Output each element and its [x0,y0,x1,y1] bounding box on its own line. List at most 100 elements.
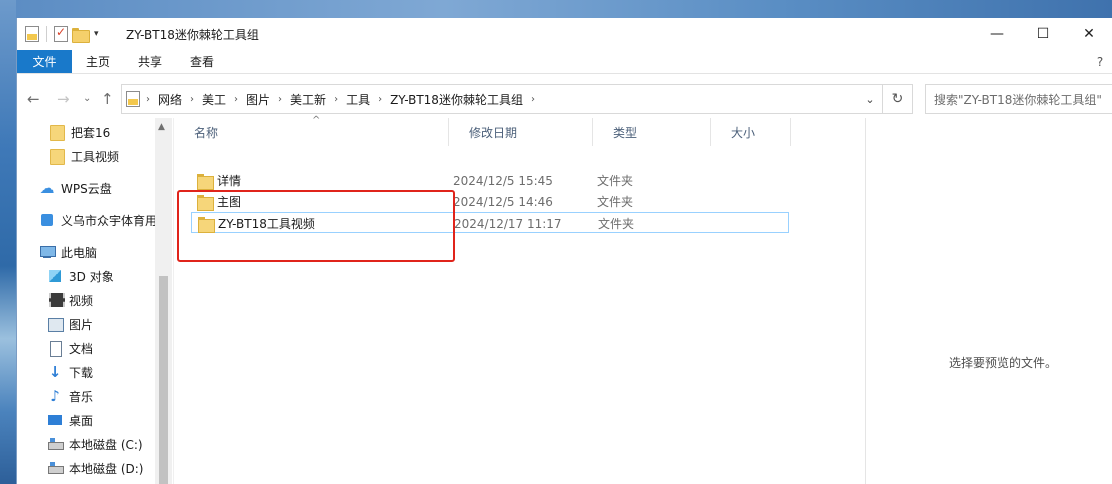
file-type: 文件夹 [597,174,634,188]
sidebar-item-label: 本地磁盘 (C:) [69,437,143,452]
chevron-right-icon[interactable]: › [146,94,150,105]
sidebar-item-videos[interactable]: 视频 [47,289,93,311]
table-row[interactable]: 详情 2024/12/5 15:45 文件夹 [191,170,789,191]
breadcrumb-current-folder[interactable]: ZY-BT18迷你棘轮工具组 [390,91,523,108]
desktop-icon [47,412,63,428]
column-header: ^ 名称 修改日期 类型 大小 [174,115,865,146]
sidebar-item-music[interactable]: ♪ 音乐 [47,385,93,407]
ribbon-tabs: 文件 主页 共享 查看 ? [17,50,1112,74]
tab-home[interactable]: 主页 [72,50,124,73]
column-size[interactable]: 大小 [711,118,791,146]
title-bar: ▾ ZY-BT18迷你棘轮工具组 — ☐ ✕ [17,18,1112,50]
breadcrumb-meigong[interactable]: 美工 [202,91,226,108]
sidebar-item-company[interactable]: 义乌市众宇体育用 [39,209,157,231]
help-icon[interactable]: ? [1088,50,1112,73]
sidebar-item-label: 3D 对象 [69,269,114,284]
pc-icon [39,244,56,260]
sidebar-item-label: 视频 [69,293,94,308]
navigation-pane: 把套16 工具视频 ☁ WPS云盘 义乌市众宇体育用 此电脑 3D 对象 视频 [17,118,173,484]
customize-dropdown-icon[interactable]: ▾ [94,29,99,39]
sidebar-item-label: 图片 [69,317,94,332]
quick-access-toolbar: ▾ [25,25,99,43]
file-type: 文件夹 [597,195,634,209]
chevron-right-icon[interactable]: › [234,94,238,105]
sidebar-item-bataotao16[interactable]: 把套16 [49,121,110,143]
3d-objects-icon [47,268,63,284]
file-name: 详情 [217,174,242,188]
column-name[interactable]: 名称 [174,118,449,146]
file-date: 2024/12/17 11:17 [454,216,562,231]
sidebar-item-drive-d[interactable]: 本地磁盘 (D:) [47,457,143,479]
close-button[interactable]: ✕ [1066,18,1112,50]
highlight-annotation-box [177,190,455,262]
sidebar-item-label: 音乐 [69,389,94,404]
forward-button[interactable]: → [57,91,70,107]
sidebar-item-label: 义乌市众宇体育用 [61,213,158,228]
location-icon [126,91,140,107]
refresh-button[interactable]: ↻ [883,84,913,114]
navigation-bar: ← → ⌄ ↑ › 网络 › 美工 › 图片 › 美工新 › 工具 › ZY-B… [17,82,1112,116]
navigation-pane-scrollbar[interactable]: ▲ [155,118,172,484]
scroll-up-icon[interactable]: ▲ [158,122,165,132]
properties-icon[interactable] [25,26,39,42]
tab-file[interactable]: 文件 [17,50,72,73]
new-folder-icon[interactable] [72,27,90,43]
breadcrumb-network[interactable]: 网络 [158,91,182,108]
search-input[interactable]: 搜索"ZY-BT18迷你棘轮工具组" [925,84,1112,114]
sidebar-item-tool-videos[interactable]: 工具视频 [49,145,119,167]
documents-icon [47,340,63,357]
sidebar-item-3d-objects[interactable]: 3D 对象 [47,265,114,287]
up-button[interactable]: ↑ [101,91,114,107]
back-button[interactable]: ← [27,91,40,107]
file-date: 2024/12/5 14:46 [453,194,553,209]
sidebar-item-label: WPS云盘 [61,181,112,196]
sidebar-item-this-pc[interactable]: 此电脑 [39,241,97,263]
chevron-right-icon[interactable]: › [378,94,382,105]
file-date: 2024/12/5 15:45 [453,173,553,188]
sidebar-item-downloads[interactable]: ↓ 下载 [47,361,93,383]
column-type[interactable]: 类型 [593,118,711,146]
chevron-right-icon[interactable]: › [531,94,535,105]
breadcrumb-meigongxin[interactable]: 美工新 [290,91,326,108]
minimize-button[interactable]: — [974,18,1020,50]
chevron-right-icon[interactable]: › [190,94,194,105]
maximize-button[interactable]: ☐ [1020,18,1066,50]
address-history-dropdown[interactable]: ⌄ [858,85,882,113]
chevron-right-icon[interactable]: › [278,94,282,105]
sidebar-item-label: 工具视频 [71,149,120,164]
preview-pane: 选择要预览的文件。 [865,118,1112,484]
address-bar[interactable]: › 网络 › 美工 › 图片 › 美工新 › 工具 › ZY-BT18迷你棘轮工… [121,84,883,114]
sidebar-item-label: 此电脑 [61,245,98,260]
file-list: ^ 名称 修改日期 类型 大小 详情 2024/12/5 15:45 文件夹 主… [173,115,865,484]
checkmark-icon[interactable] [54,25,68,42]
breadcrumb-tools[interactable]: 工具 [346,91,370,108]
recent-locations-dropdown[interactable]: ⌄ [83,91,91,107]
sidebar-item-documents[interactable]: 文档 [47,337,93,359]
column-date-modified[interactable]: 修改日期 [449,118,593,146]
breadcrumb-pictures[interactable]: 图片 [246,91,270,108]
music-icon: ♪ [50,387,60,405]
breadcrumb: › 网络 › 美工 › 图片 › 美工新 › 工具 › ZY-BT18迷你棘轮工… [146,91,543,108]
sidebar-item-drive-c[interactable]: 本地磁盘 (C:) [47,433,143,455]
preview-message: 选择要预览的文件。 [949,356,1058,370]
sidebar-item-label: 桌面 [69,413,94,428]
desktop-wallpaper-top [0,0,1112,18]
file-type: 文件夹 [598,217,635,231]
person-icon [39,212,55,228]
sidebar-item-wps-cloud[interactable]: ☁ WPS云盘 [39,177,112,199]
tab-share[interactable]: 共享 [124,50,176,73]
sidebar-item-desktop[interactable]: 桌面 [47,409,93,431]
folder-icon [49,148,65,165]
folder-icon [197,173,214,190]
scrollbar-thumb[interactable] [159,276,168,484]
file-name-cell: 详情 [197,170,241,191]
desktop-wallpaper-left [0,0,16,484]
drive-icon [47,436,64,452]
sidebar-item-pictures[interactable]: 图片 [47,313,93,335]
file-explorer-window: ▾ ZY-BT18迷你棘轮工具组 — ☐ ✕ 文件 主页 共享 查看 ? ← →… [16,18,1112,484]
cloud-icon: ☁ [39,179,55,197]
window-controls: — ☐ ✕ [974,18,1112,50]
tab-view[interactable]: 查看 [176,50,228,73]
sidebar-item-label: 把套16 [71,125,111,140]
chevron-right-icon[interactable]: › [334,94,338,105]
